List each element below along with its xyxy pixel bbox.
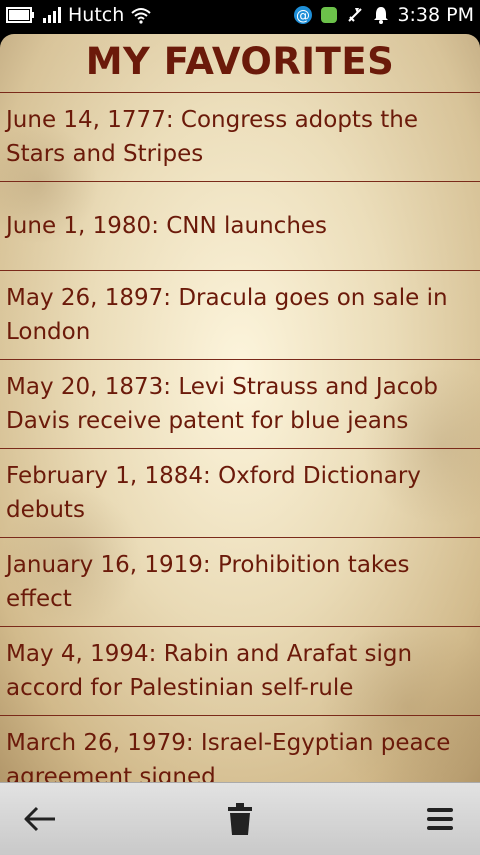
list-item-text: May 4, 1994: Rabin and Arafat sign accor… [6, 641, 413, 701]
list-item[interactable]: May 20, 1873: Levi Strauss and Jacob Dav… [0, 359, 480, 448]
list-item[interactable]: June 1, 1980: CNN launches [0, 181, 480, 270]
list-item[interactable]: May 4, 1994: Rabin and Arafat sign accor… [0, 626, 480, 715]
status-bar-left: Hutch [6, 4, 152, 26]
list-item[interactable]: February 1, 1884: Oxford Dictionary debu… [0, 448, 480, 537]
back-button[interactable] [18, 797, 62, 841]
bell-icon [372, 5, 390, 25]
favorites-page: MY FAVORITES June 14, 1777: Congress ado… [0, 34, 480, 782]
svg-text:@: @ [296, 8, 310, 24]
bottom-toolbar [0, 782, 480, 855]
clock: 3:38 PM [397, 4, 474, 26]
list-item[interactable]: March 26, 1979: Israel-Egyptian peace ag… [0, 715, 480, 782]
list-item[interactable]: May 26, 1897: Dracula goes on sale in Lo… [0, 270, 480, 359]
wifi-icon [130, 6, 152, 24]
menu-icon [426, 806, 454, 832]
back-arrow-icon [23, 805, 57, 833]
list-item-text: June 14, 1777: Congress adopts the Stars… [6, 107, 418, 167]
status-bar-right: @ 3:38 PM [293, 4, 474, 26]
trash-icon [226, 802, 254, 836]
at-icon: @ [293, 5, 313, 25]
list-item-text: May 26, 1897: Dracula goes on sale in Lo… [6, 285, 448, 345]
menu-button[interactable] [418, 797, 462, 841]
page-title: MY FAVORITES [85, 40, 395, 83]
green-app-icon [320, 6, 338, 24]
status-bar: Hutch @ 3:38 PM [0, 0, 480, 34]
list-item-text: June 1, 1980: CNN launches [6, 213, 328, 239]
list-item-text: February 1, 1884: Oxford Dictionary debu… [6, 463, 421, 523]
carrier-name: Hutch [68, 4, 125, 26]
list-item[interactable]: June 14, 1777: Congress adopts the Stars… [0, 92, 480, 181]
mute-icon [345, 5, 365, 25]
list-item-text: May 20, 1873: Levi Strauss and Jacob Dav… [6, 374, 439, 434]
list-item-text: January 16, 1919: Prohibition takes effe… [6, 552, 410, 612]
signal-icon [42, 6, 62, 24]
favorites-list[interactable]: June 14, 1777: Congress adopts the Stars… [0, 92, 480, 782]
list-item-text: March 26, 1979: Israel-Egyptian peace ag… [6, 730, 451, 782]
list-item[interactable]: January 16, 1919: Prohibition takes effe… [0, 537, 480, 626]
delete-button[interactable] [218, 797, 262, 841]
battery-icon [6, 6, 36, 24]
